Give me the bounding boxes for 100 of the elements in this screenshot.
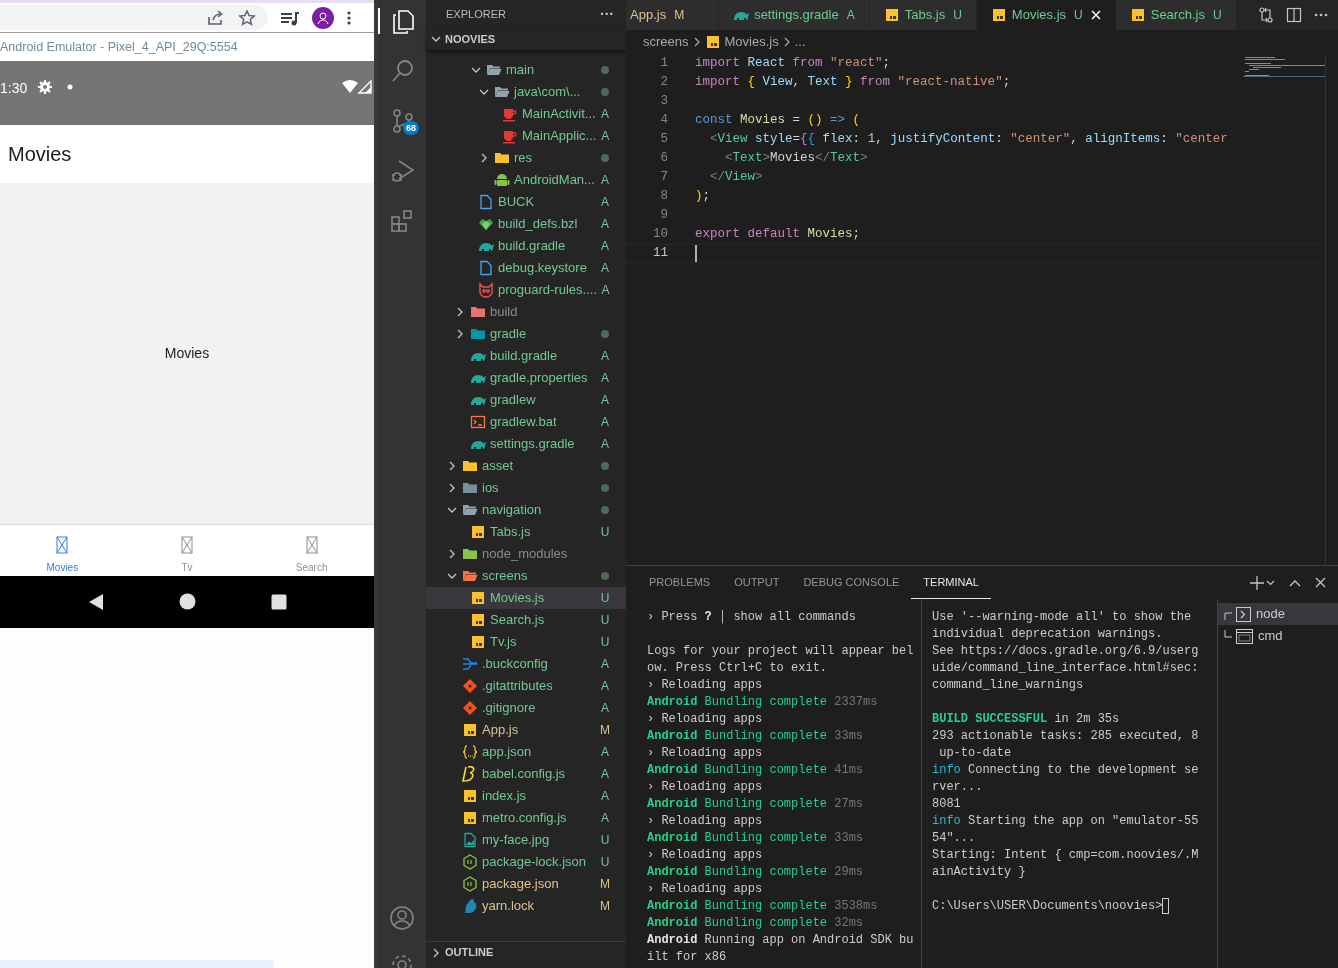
tree-item[interactable]: package.json M bbox=[426, 873, 626, 895]
source-control-icon[interactable] bbox=[390, 108, 416, 134]
terminal-line: uide/command_line_interface.html#sec: bbox=[932, 659, 1199, 677]
tree-item[interactable]: Movies.js U bbox=[426, 587, 626, 609]
media-queue-icon[interactable] bbox=[280, 9, 300, 26]
compare-changes-icon[interactable] bbox=[1258, 7, 1274, 23]
git-status-letter: A bbox=[600, 194, 610, 211]
panel-tab[interactable]: PROBLEMS bbox=[637, 566, 723, 599]
star-icon[interactable] bbox=[238, 8, 256, 27]
tree-item[interactable]: Search.js U bbox=[426, 609, 626, 631]
panel-tab[interactable]: OUTPUT bbox=[722, 566, 792, 599]
tree-item[interactable]: App.js M bbox=[426, 719, 626, 741]
terminal-line: ainActivity } bbox=[932, 863, 1026, 881]
tree-item[interactable]: .gitignore A bbox=[426, 697, 626, 719]
terminal-line: info Connecting to the development se bbox=[932, 761, 1199, 779]
tree-item[interactable]: gradle.properties A bbox=[426, 367, 626, 389]
tree-item[interactable]: BUCK A bbox=[426, 191, 626, 213]
tree-item[interactable]: build.gradle A bbox=[426, 235, 626, 257]
recents-icon[interactable] bbox=[270, 593, 287, 610]
account-icon[interactable] bbox=[389, 905, 415, 931]
terminal-list-item[interactable]: cmd bbox=[1218, 625, 1338, 647]
tree-item[interactable]: proguard-rules.... A bbox=[426, 279, 626, 301]
heart-icon bbox=[478, 216, 494, 232]
terminal-line: › Reloading apps bbox=[647, 676, 763, 694]
tree-item[interactable]: asset bbox=[426, 455, 626, 477]
editor-tab[interactable]: Movies.js U bbox=[976, 0, 1116, 30]
terminal-line: Android Bundling complete 33ms bbox=[647, 727, 864, 745]
settings-icon[interactable] bbox=[389, 952, 415, 968]
close-icon[interactable] bbox=[1315, 577, 1326, 588]
tree-item[interactable]: build.gradle A bbox=[426, 345, 626, 367]
bottom-tab[interactable]: Movies bbox=[0, 524, 125, 576]
terminal-line: › Reloading apps bbox=[647, 812, 763, 830]
editor-tab[interactable]: App.js M bbox=[626, 0, 720, 30]
bottom-tab[interactable]: Search bbox=[249, 524, 374, 576]
tree-item[interactable]: MainApplic... A bbox=[426, 125, 626, 147]
search-icon[interactable] bbox=[390, 58, 416, 84]
plus-icon[interactable] bbox=[1250, 575, 1264, 590]
git-status-letter: U bbox=[600, 590, 610, 607]
home-icon[interactable] bbox=[178, 593, 196, 610]
run-debug-icon[interactable] bbox=[390, 158, 416, 184]
tree-item[interactable]: my-face.jpg U bbox=[426, 829, 626, 851]
chevron-up-icon[interactable] bbox=[1289, 578, 1301, 587]
change-dot-icon bbox=[600, 461, 610, 471]
breadcrumb-item[interactable]: Movies.js bbox=[724, 32, 779, 52]
panel-tab[interactable]: DEBUG CONSOLE bbox=[791, 566, 912, 599]
tree-item[interactable]: navigation bbox=[426, 499, 626, 521]
tree-item[interactable]: MainActivit... A bbox=[426, 103, 626, 125]
files-icon[interactable] bbox=[390, 8, 416, 34]
tree-item[interactable]: .gitattributes A bbox=[426, 675, 626, 697]
editor-tab[interactable]: Search.js U bbox=[1115, 0, 1237, 30]
avatar-icon[interactable] bbox=[312, 6, 334, 29]
editor-tab[interactable]: settings.gradle A bbox=[719, 0, 870, 30]
tree-item[interactable]: AndroidMan... A bbox=[426, 169, 626, 191]
diamond-icon bbox=[462, 700, 478, 716]
tree-item[interactable]: index.js A bbox=[426, 785, 626, 807]
tree-item[interactable]: build bbox=[426, 301, 626, 323]
terminal-line: Android Bundling complete 27ms bbox=[647, 795, 864, 813]
breadcrumb-item[interactable]: screens bbox=[643, 32, 689, 52]
tree-item[interactable]: screens bbox=[426, 565, 626, 587]
tree-item[interactable]: debug.keystore A bbox=[426, 257, 626, 279]
panel-tab[interactable]: TERMINAL bbox=[911, 566, 991, 599]
share-icon[interactable] bbox=[206, 8, 224, 27]
git-status-letter: A bbox=[600, 348, 610, 365]
line-number: 6 bbox=[659, 150, 668, 168]
notification-dot-icon bbox=[67, 84, 74, 90]
breadcrumb-item[interactable]: ... bbox=[794, 32, 806, 52]
tree-item[interactable]: babel.config.js A bbox=[426, 763, 626, 785]
section-header[interactable]: OUTLINE bbox=[426, 941, 626, 963]
tree-item[interactable]: gradlew A bbox=[426, 389, 626, 411]
tree-item[interactable]: build_defs.bzl A bbox=[426, 213, 626, 235]
js-file-icon bbox=[470, 612, 486, 628]
tree-item[interactable]: settings.gradle A bbox=[426, 433, 626, 455]
tree-item[interactable]: metro.config.js A bbox=[426, 807, 626, 829]
back-icon[interactable] bbox=[87, 592, 104, 611]
more-icon[interactable] bbox=[1314, 13, 1328, 17]
terminal-line: › Reloading apps bbox=[647, 744, 763, 762]
terminal-list-item[interactable]: node bbox=[1218, 603, 1338, 625]
chevron-down-icon[interactable] bbox=[1266, 579, 1275, 586]
more-actions-button[interactable]: ··· bbox=[600, 3, 614, 25]
tree-item[interactable]: java\com\... bbox=[426, 81, 626, 103]
tree-item[interactable]: Tv.js U bbox=[426, 631, 626, 653]
tree-item[interactable]: yarn.lock M bbox=[426, 895, 626, 917]
tree-item[interactable]: res bbox=[426, 147, 626, 169]
tree-item[interactable]: app.json A bbox=[426, 741, 626, 763]
tree-item[interactable]: package-lock.json U bbox=[426, 851, 626, 873]
tree-item[interactable]: gradlew.bat A bbox=[426, 411, 626, 433]
console-window-icon bbox=[1236, 628, 1253, 644]
split-editor-icon[interactable] bbox=[1286, 7, 1302, 23]
line-number: 7 bbox=[659, 169, 668, 187]
tree-item[interactable]: .buckconfig A bbox=[426, 653, 626, 675]
tree-item[interactable]: Tabs.js U bbox=[426, 521, 626, 543]
tree-item[interactable]: ios bbox=[426, 477, 626, 499]
terminal-line: ow. Press Ctrl+C to exit. bbox=[647, 659, 828, 677]
tree-item[interactable]: main bbox=[426, 59, 626, 81]
git-status-letter: U bbox=[600, 832, 610, 849]
editor-tab[interactable]: Tabs.js U bbox=[869, 0, 977, 30]
tree-item[interactable]: gradle bbox=[426, 323, 626, 345]
more-icon[interactable] bbox=[346, 9, 352, 26]
section-header[interactable]: NOOVIES bbox=[426, 28, 626, 50]
tree-item[interactable]: node_modules bbox=[426, 543, 626, 565]
